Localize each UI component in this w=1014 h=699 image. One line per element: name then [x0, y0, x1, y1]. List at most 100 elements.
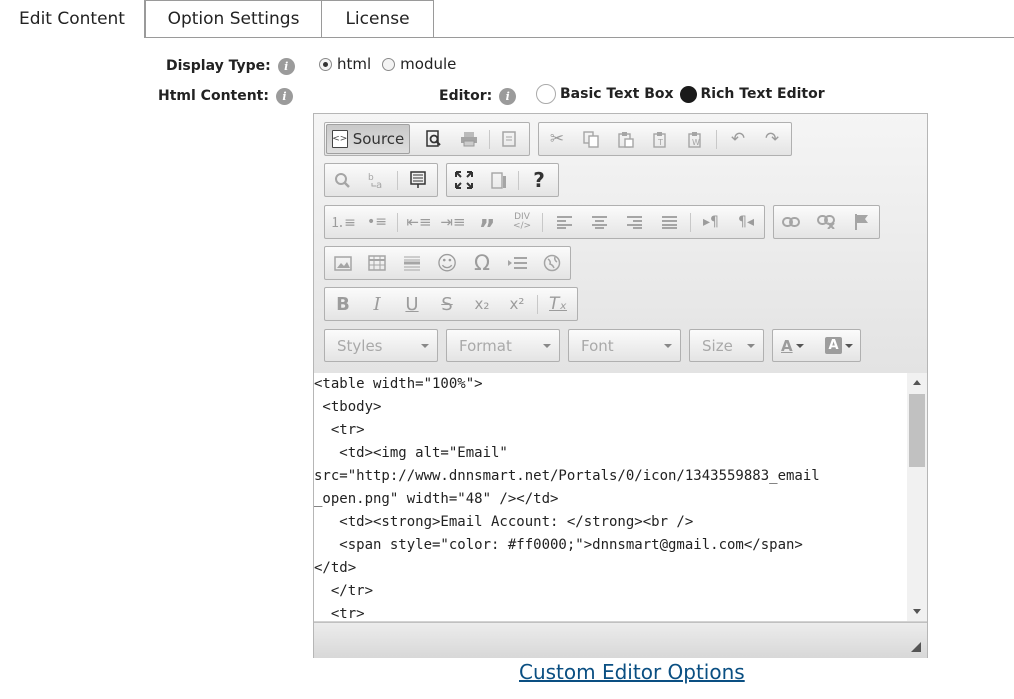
superscript-icon[interactable]: x²	[501, 289, 533, 319]
editor-type-options: Basic Text Box Rich Text Editor	[536, 84, 825, 104]
blockquote-icon[interactable]: ”	[471, 207, 503, 245]
source-scrollbar[interactable]	[907, 373, 927, 621]
size-dropdown[interactable]: Size	[689, 329, 764, 362]
toolbar-separator	[542, 213, 543, 232]
info-icon[interactable]: i	[275, 87, 293, 105]
maximize-icon[interactable]	[448, 165, 480, 195]
format-dropdown[interactable]: Format	[446, 329, 560, 362]
ltr-icon[interactable]: ▸¶	[695, 207, 727, 237]
toolbar-group-paragraph: ⒈≡ •≡ ⇤≡ ⇥≡ ” DIV </> ▸¶ ¶◂	[324, 205, 765, 245]
image-icon[interactable]	[327, 248, 359, 278]
size-dropdown-label: Size	[702, 336, 733, 355]
resize-grip-icon[interactable]	[911, 642, 921, 652]
find-icon[interactable]	[326, 165, 358, 195]
tab-edit-content[interactable]: Edit Content	[0, 0, 145, 38]
toolbar-group-links	[773, 205, 880, 239]
cut-icon[interactable]: ✂	[541, 124, 573, 154]
html-content-label: Html Content:	[158, 88, 269, 104]
svg-text:T: T	[657, 138, 663, 147]
tab-option-settings[interactable]: Option Settings	[145, 0, 322, 37]
toolbar-group-tools: ?	[446, 163, 559, 197]
increase-indent-icon[interactable]: ⇥≡	[437, 207, 469, 237]
horizontal-rule-icon[interactable]	[396, 248, 428, 278]
paste-text-icon[interactable]: T	[645, 124, 677, 154]
basic-text-box-radio[interactable]	[536, 84, 556, 104]
anchor-flag-icon[interactable]	[845, 207, 877, 237]
subscript-icon[interactable]: x₂	[466, 289, 498, 319]
redo-icon[interactable]: ↷	[756, 124, 788, 154]
custom-editor-options-link[interactable]: Custom Editor Options	[519, 660, 745, 684]
print-icon[interactable]	[453, 124, 485, 154]
show-blocks-icon[interactable]	[483, 165, 515, 195]
italic-icon[interactable]: I	[361, 289, 393, 319]
decrease-indent-icon[interactable]: ⇤≡	[403, 207, 435, 237]
unlink-icon[interactable]	[810, 207, 842, 237]
background-color-button[interactable]: A	[819, 330, 859, 361]
scroll-down-arrow-icon[interactable]	[913, 609, 921, 614]
source-icon: <>	[331, 130, 348, 148]
strikethrough-icon[interactable]: S	[431, 289, 463, 319]
font-dropdown[interactable]: Font	[568, 329, 681, 362]
link-icon[interactable]	[775, 207, 807, 237]
svg-text:b: b	[368, 173, 374, 183]
scroll-up-arrow-icon[interactable]	[913, 380, 921, 385]
toolbar-separator	[690, 213, 691, 232]
rich-text-editor-radio[interactable]	[679, 85, 697, 103]
preview-icon[interactable]	[418, 124, 450, 154]
display-type-module-radio[interactable]	[382, 57, 396, 71]
numbered-list-icon[interactable]: ⒈≡	[327, 207, 359, 237]
bold-icon[interactable]: B	[327, 289, 359, 319]
undo-icon[interactable]: ↶	[722, 124, 754, 154]
editor-label: Editor:	[439, 88, 493, 104]
paste-word-icon[interactable]: W	[680, 124, 712, 154]
page-break-icon[interactable]	[501, 248, 533, 278]
styles-dropdown[interactable]: Styles	[324, 329, 438, 362]
bulleted-list-icon[interactable]: •≡	[361, 207, 393, 237]
tab-license[interactable]: License	[321, 0, 434, 37]
replace-icon[interactable]: ba	[361, 165, 393, 195]
smiley-icon[interactable]: ☺	[431, 248, 463, 278]
align-center-icon[interactable]	[583, 207, 615, 237]
text-color-button[interactable]: A	[775, 330, 810, 361]
align-left-icon[interactable]	[548, 207, 580, 237]
font-dropdown-label: Font	[581, 336, 614, 355]
toolbar-separator	[397, 171, 398, 190]
display-type-options: html module	[319, 55, 456, 73]
templates-icon[interactable]	[493, 124, 525, 154]
toolbar-group-basicstyles: B I U S x₂ x² Tₓ	[324, 287, 578, 321]
rtl-icon[interactable]: ¶◂	[730, 207, 762, 237]
justify-icon[interactable]	[653, 207, 685, 237]
source-line: </tr>	[314, 583, 374, 599]
toolbar-group-clipboard: ✂ T W ↶ ↷	[538, 122, 792, 156]
paste-icon[interactable]	[610, 124, 642, 154]
chevron-down-icon	[795, 343, 804, 348]
info-icon[interactable]: i	[277, 57, 295, 75]
svg-text:W: W	[692, 138, 700, 147]
remove-format-icon[interactable]: Tₓ	[542, 289, 574, 319]
source-button[interactable]: <> Source	[326, 124, 410, 154]
display-type-label-row: Display Type: i	[166, 56, 295, 76]
chevron-down-icon	[747, 344, 755, 348]
copy-icon[interactable]	[575, 124, 607, 154]
info-icon[interactable]: i	[499, 87, 517, 105]
special-char-icon[interactable]: Ω	[466, 248, 498, 278]
toolbar-separator	[537, 295, 538, 314]
source-line: <tbody>	[314, 399, 382, 415]
help-icon[interactable]: ?	[523, 165, 555, 195]
select-all-icon[interactable]	[402, 165, 434, 195]
svg-text:a: a	[376, 180, 382, 189]
background-color-icon: A	[825, 337, 842, 354]
iframe-globe-icon[interactable]	[536, 248, 568, 278]
tab-label: Edit Content	[19, 9, 125, 29]
table-icon[interactable]	[361, 248, 393, 278]
display-type-label: Display Type:	[166, 58, 271, 74]
source-line: <tr>	[314, 422, 365, 438]
create-div-icon[interactable]: DIV </>	[506, 207, 538, 237]
rich-text-editor: <> Source ✂ T W ↶ ↷ b a ? ⒈≡ •≡ ⇤≡ ⇥≡ ” …	[313, 113, 928, 658]
display-type-html-radio[interactable]	[319, 57, 332, 71]
toolbar-separator	[397, 213, 398, 232]
align-right-icon[interactable]	[618, 207, 650, 237]
scrollbar-thumb[interactable]	[909, 394, 925, 467]
underline-icon[interactable]: U	[396, 289, 428, 319]
source-code-textarea[interactable]: <table width="100%"> <tbody> <tr> <td><i…	[314, 373, 907, 621]
